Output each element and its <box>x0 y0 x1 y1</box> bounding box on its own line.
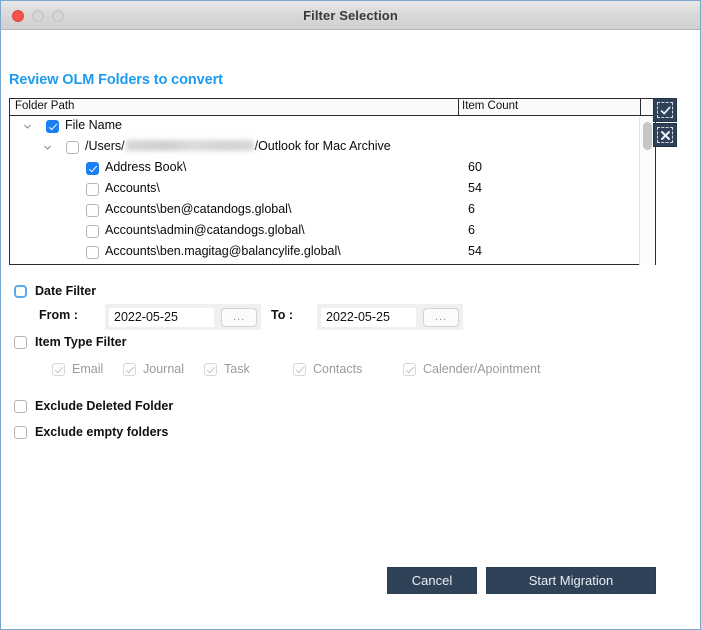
row-label: Address Book\ <box>105 160 186 174</box>
row-item-count: 6 <box>468 223 475 237</box>
date-from-input[interactable]: 2022-05-25 <box>109 308 214 327</box>
item-type-journal-label: Journal <box>143 362 184 376</box>
exclude-empty-folders-checkbox[interactable] <box>14 426 27 439</box>
list-clip-edge <box>10 261 655 264</box>
date-to-browse-button[interactable]: ... <box>423 308 459 327</box>
title-bar: Filter Selection <box>1 1 700 30</box>
column-divider <box>458 99 459 116</box>
window-title: Filter Selection <box>1 8 700 23</box>
table-row[interactable]: Accounts\ben@catandogs.global\ 6 <box>10 200 655 221</box>
date-from-browse-button[interactable]: ... <box>221 308 257 327</box>
date-from-group[interactable]: 2022-05-25 ... <box>105 304 261 330</box>
row-item-count: 54 <box>468 181 482 195</box>
chevron-down-icon[interactable] <box>43 143 52 152</box>
cancel-button[interactable]: Cancel <box>387 567 477 594</box>
row-label: Accounts\admin@catandogs.global\ <box>105 223 305 237</box>
row-label: Accounts\ <box>105 181 160 195</box>
date-filter-checkbox[interactable] <box>14 285 27 298</box>
tree-action-buttons <box>653 98 677 147</box>
table-row[interactable]: Address Book\ 60 <box>10 158 655 179</box>
item-type-calendar-label: Calender/Apointment <box>423 362 540 376</box>
column-header-folder-path: Folder Path <box>15 100 74 112</box>
redacted-username <box>126 140 254 151</box>
deselect-all-button[interactable] <box>653 123 677 147</box>
item-type-email-label: Email <box>72 362 103 376</box>
item-type-calendar-checkbox <box>403 363 416 376</box>
check-icon <box>654 99 676 121</box>
close-button[interactable] <box>12 10 24 22</box>
window-controls <box>12 1 64 30</box>
scrollbar-thumb[interactable] <box>643 122 652 150</box>
start-migration-button[interactable]: Start Migration <box>486 567 656 594</box>
table-row[interactable]: File Name <box>10 116 655 137</box>
row-item-count: 6 <box>468 202 475 216</box>
close-x-icon <box>654 124 676 146</box>
row-checkbox[interactable] <box>86 204 99 217</box>
row-checkbox[interactable] <box>66 141 79 154</box>
row-label: /Users/ /Outlook for Mac Archive <box>85 139 391 153</box>
row-label: File Name <box>65 118 122 132</box>
chevron-down-icon[interactable] <box>23 122 32 131</box>
item-type-contacts-checkbox <box>293 363 306 376</box>
row-path-suffix: /Outlook for Mac Archive <box>255 139 391 153</box>
column-divider <box>640 99 641 116</box>
filter-selection-window: Filter Selection Review OLM Folders to c… <box>0 0 701 630</box>
tree-column-header: Folder Path Item Count <box>10 99 655 116</box>
page-title: Review OLM Folders to convert <box>9 72 223 88</box>
row-checkbox[interactable] <box>86 246 99 259</box>
table-row[interactable]: Accounts\ben.magitag@balancylife.global\… <box>10 242 655 263</box>
table-row[interactable]: /Users/ /Outlook for Mac Archive <box>10 137 655 158</box>
row-label: Accounts\ben.magitag@balancylife.global\ <box>105 244 341 258</box>
table-row[interactable]: Accounts\ 54 <box>10 179 655 200</box>
row-checkbox[interactable] <box>86 162 99 175</box>
minimize-button[interactable] <box>32 10 44 22</box>
row-item-count: 60 <box>468 160 482 174</box>
date-filter-label: Date Filter <box>35 284 96 298</box>
row-path-prefix: /Users/ <box>85 139 125 153</box>
row-label: Accounts\ben@catandogs.global\ <box>105 202 291 216</box>
folder-tree-list[interactable]: File Name /Users/ /Outlook for Mac Archiv… <box>10 116 655 264</box>
row-checkbox[interactable] <box>86 225 99 238</box>
date-from-label: From : <box>39 308 78 322</box>
maximize-button[interactable] <box>52 10 64 22</box>
select-all-button[interactable] <box>653 98 677 122</box>
exclude-deleted-folder-checkbox[interactable] <box>14 400 27 413</box>
item-type-filter-label: Item Type Filter <box>35 335 126 349</box>
exclude-deleted-folder-label: Exclude Deleted Folder <box>35 399 173 413</box>
date-to-group[interactable]: 2022-05-25 ... <box>317 304 463 330</box>
dialog-content: Review OLM Folders to convert Folder Pat… <box>1 30 700 629</box>
item-type-task-checkbox <box>204 363 217 376</box>
date-to-label: To : <box>271 308 293 322</box>
row-checkbox[interactable] <box>46 120 59 133</box>
exclude-empty-folders-label: Exclude empty folders <box>35 425 168 439</box>
item-type-journal-checkbox <box>123 363 136 376</box>
item-type-contacts-label: Contacts <box>313 362 362 376</box>
item-type-filter-checkbox[interactable] <box>14 336 27 349</box>
folder-tree-panel: Folder Path Item Count File Name <box>9 98 656 265</box>
row-item-count: 54 <box>468 244 482 258</box>
column-header-item-count: Item Count <box>462 100 518 112</box>
item-type-email-checkbox <box>52 363 65 376</box>
date-to-input[interactable]: 2022-05-25 <box>321 308 416 327</box>
row-checkbox[interactable] <box>86 183 99 196</box>
item-type-task-label: Task <box>224 362 250 376</box>
table-row[interactable]: Accounts\admin@catandogs.global\ 6 <box>10 221 655 242</box>
